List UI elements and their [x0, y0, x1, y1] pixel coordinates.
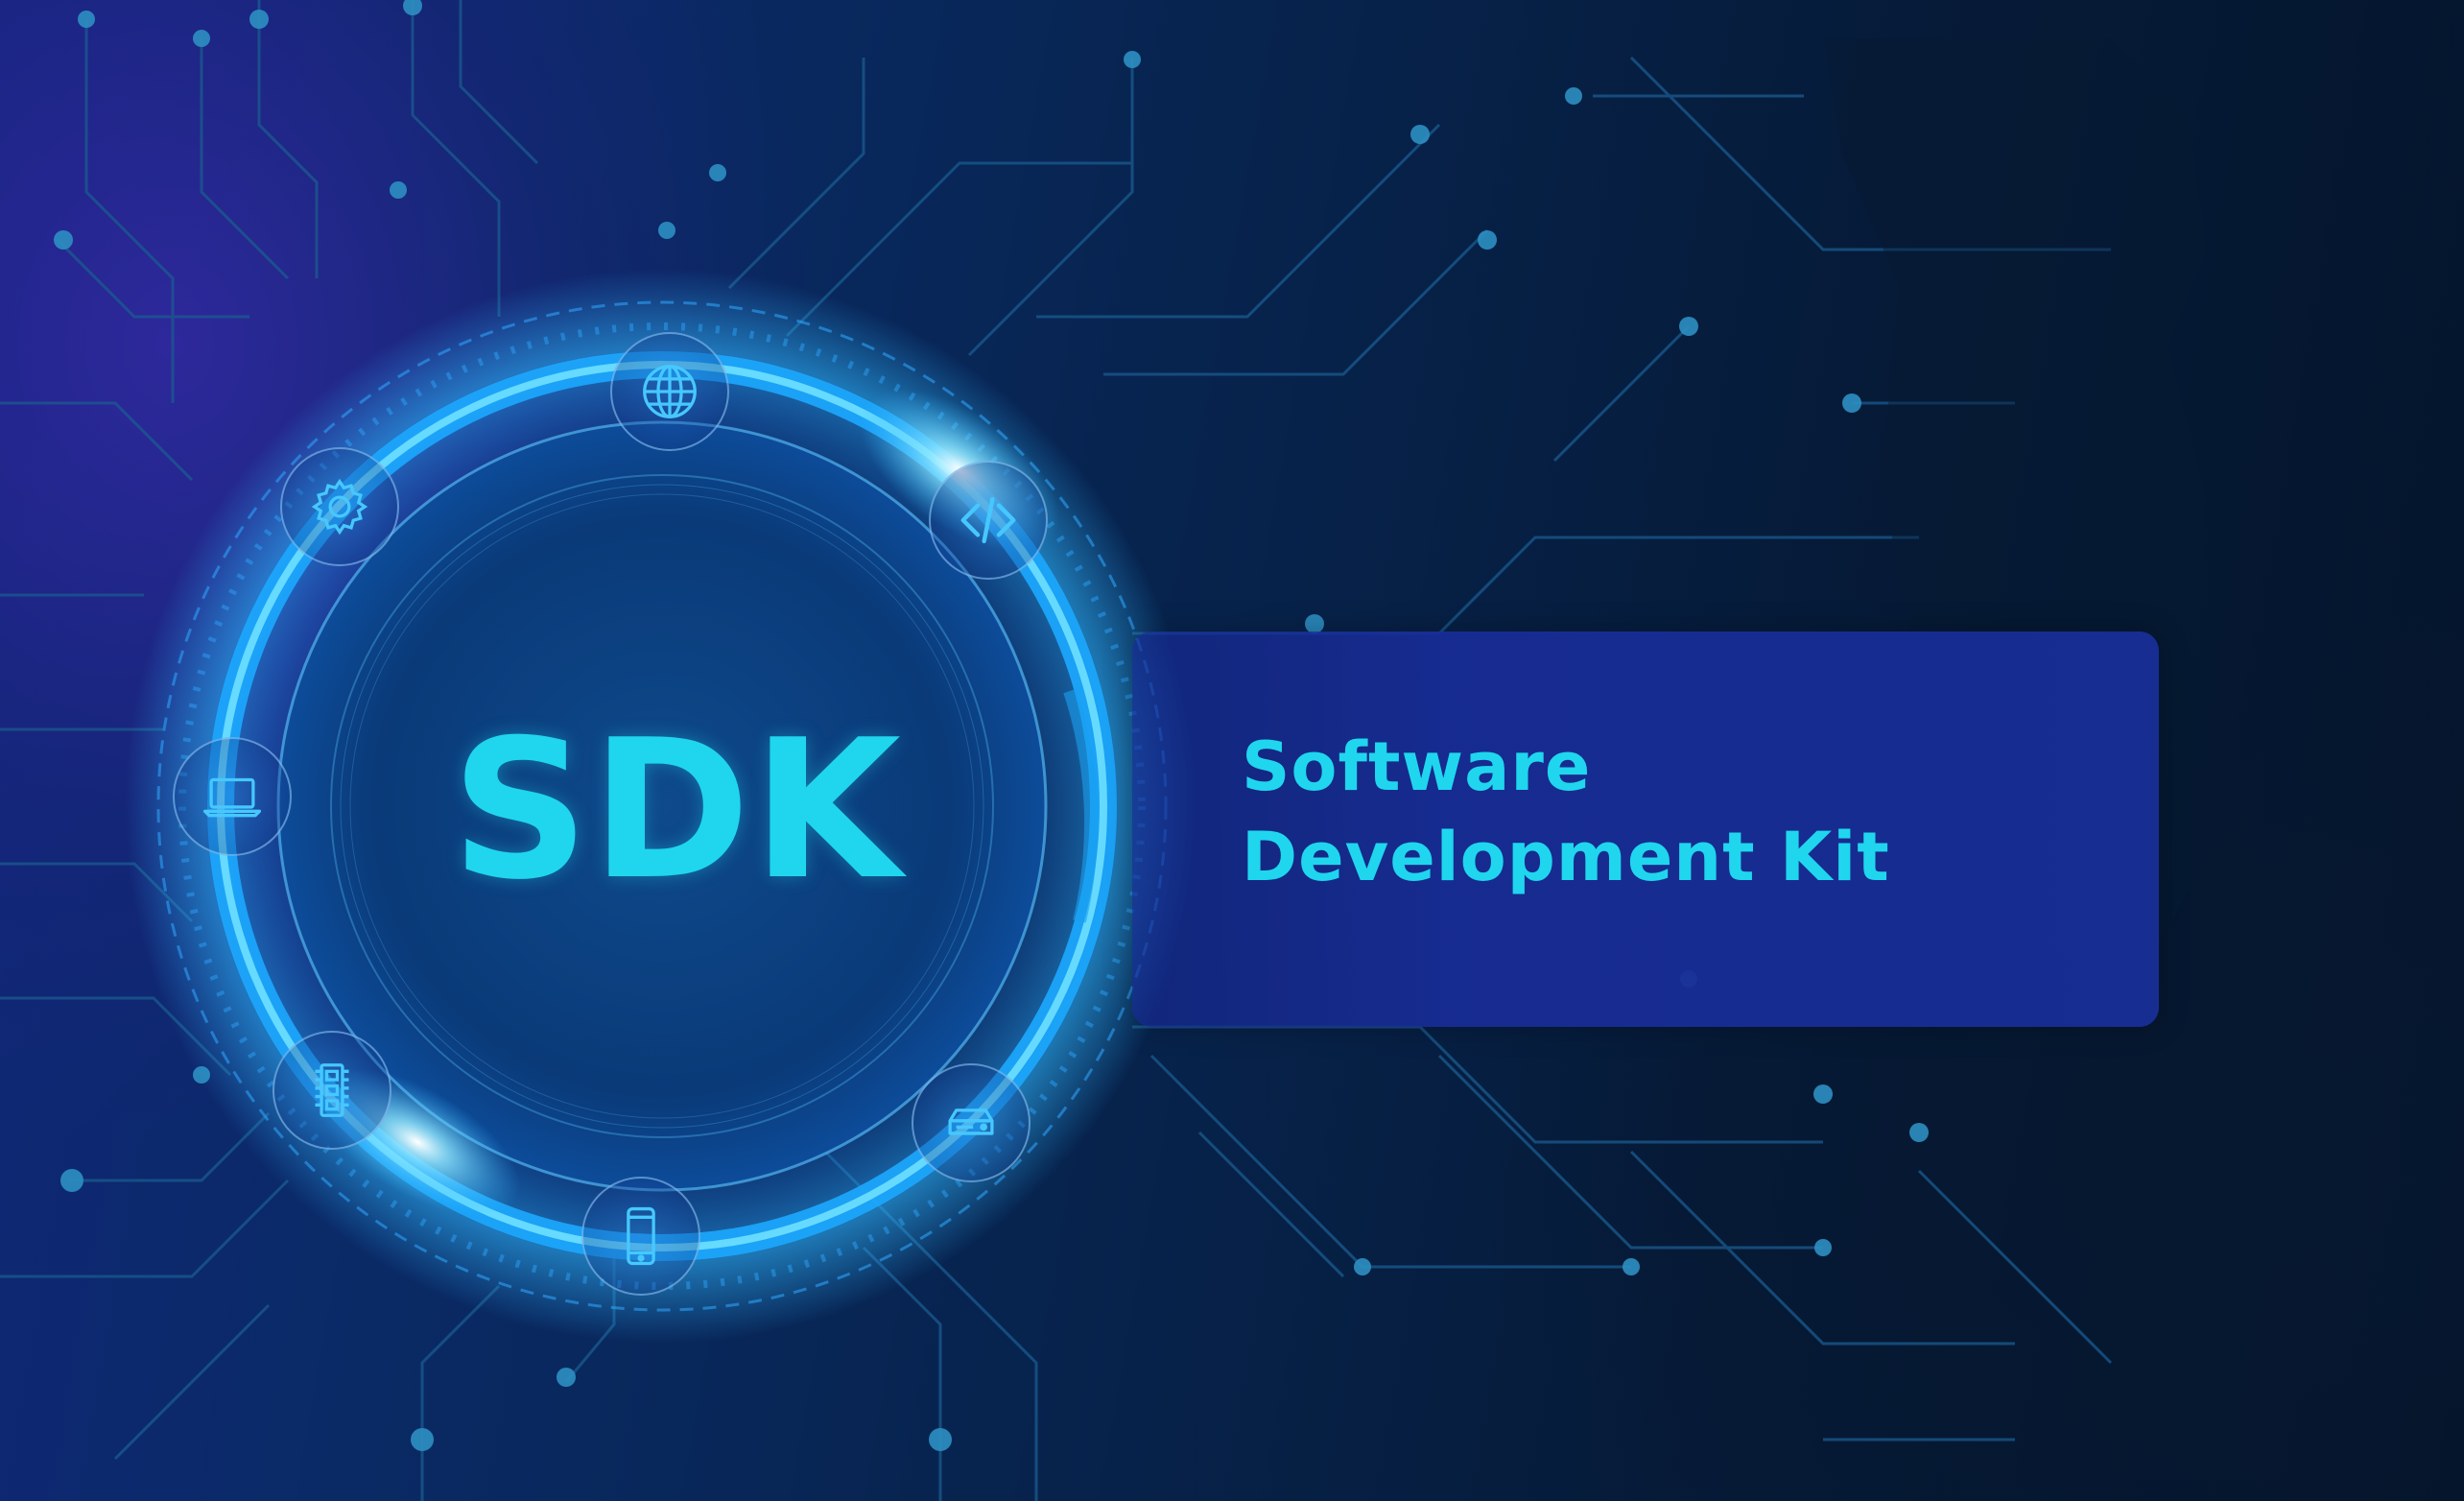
gear-icon: [311, 478, 368, 536]
memory-chip-icon: [315, 1063, 349, 1117]
laptop-node: [173, 737, 292, 856]
subtitle-line-2: Development Kit: [1242, 818, 1890, 896]
globe-icon: [643, 365, 697, 418]
gear-node: [280, 447, 399, 566]
smartphone-node: [581, 1177, 700, 1296]
sdk-title: SDK: [451, 699, 904, 922]
laptop-icon: [202, 777, 262, 818]
hard-drive-node: [912, 1063, 1031, 1182]
globe-node: [610, 332, 729, 451]
smartphone-icon: [627, 1206, 655, 1266]
subtitle-text: Software Development Kit: [1242, 722, 1890, 902]
subtitle-line-1: Software: [1242, 727, 1592, 806]
code-icon: [960, 496, 1016, 544]
hard-drive-icon: [948, 1108, 994, 1135]
sdk-banner: Software Development Kit SDK: [0, 0, 2464, 1501]
code-node: [929, 461, 1048, 580]
memory-node: [272, 1031, 391, 1150]
